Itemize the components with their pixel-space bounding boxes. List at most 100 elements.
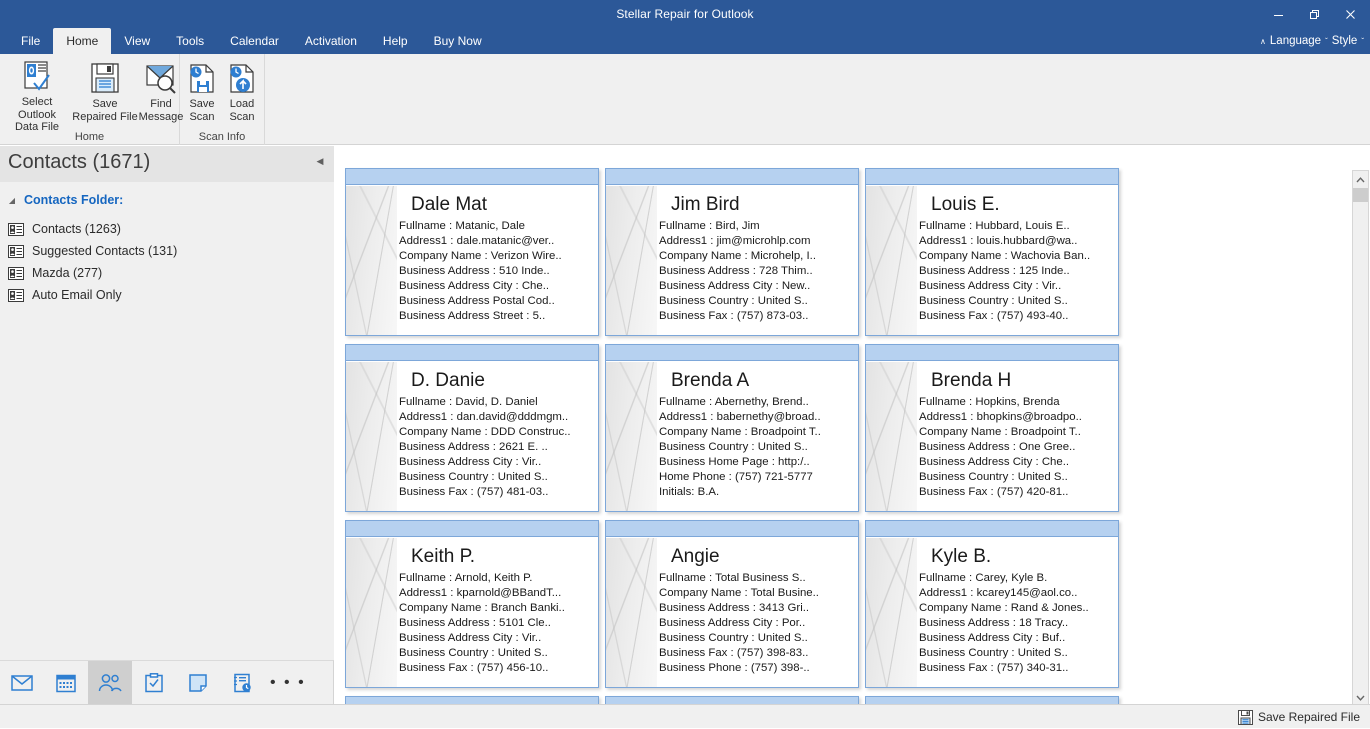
save-scan-button[interactable]: Save Scan [180, 58, 224, 130]
chevron-down-icon: ˇ [1325, 37, 1328, 46]
contact-name: Angie [659, 544, 852, 570]
contact-card[interactable]: Keith P. Fullname : Arnold, Keith P. Add… [345, 520, 599, 688]
note-icon [188, 673, 208, 693]
nav-mail-button[interactable] [0, 661, 44, 705]
contact-field: Business Address City : Buf.. [919, 631, 1112, 646]
contact-card[interactable]: Kyle B. Fullname : Carey, Kyle B. Addres… [865, 520, 1119, 688]
contact-field: Business Fax : (757) 340-31.. [919, 661, 1112, 676]
close-icon [1345, 9, 1356, 20]
contact-field: Business Country : United S.. [919, 470, 1112, 485]
select-outlook-data-file-label-1: Select Outlook [4, 96, 70, 121]
language-menu[interactable]: Language ˇ [1270, 35, 1328, 47]
minimize-icon [1273, 9, 1284, 20]
nav-journal-button[interactable] [220, 661, 264, 705]
contact-field: Business Address City : Che.. [919, 455, 1112, 470]
contact-card[interactable]: Jim Bird Fullname : Bird, Jim Address1 :… [605, 168, 859, 336]
load-scan-icon [227, 58, 257, 98]
contact-field: Business Address Postal Cod.. [399, 294, 592, 309]
contact-field: Company Name : Rand & Jones.. [919, 601, 1112, 616]
tab-tools[interactable]: Tools [163, 28, 217, 54]
chevron-up-icon [1356, 177, 1365, 183]
restore-button[interactable] [1296, 0, 1332, 28]
tab-view[interactable]: View [111, 28, 163, 54]
nav-more-button[interactable]: • • • [264, 674, 306, 692]
vertical-scrollbar[interactable] [1352, 170, 1369, 707]
contact-card-icon [8, 267, 24, 280]
contact-card[interactable] [865, 696, 1119, 704]
nav-notes-button[interactable] [176, 661, 220, 705]
restore-icon [1309, 9, 1320, 20]
minimize-button[interactable] [1260, 0, 1296, 28]
style-menu[interactable]: Style ˇ [1332, 35, 1364, 47]
contact-photo-placeholder [346, 186, 397, 336]
contact-field: Home Phone : (757) 721-5777 [659, 470, 852, 485]
card-header [606, 169, 858, 185]
contact-field: Business Address City : Vir.. [399, 455, 592, 470]
collapse-ribbon-icon[interactable]: ∧ [1260, 37, 1266, 46]
close-button[interactable] [1332, 0, 1368, 28]
sidebar-item-auto-email-only[interactable]: Auto Email Only [0, 284, 334, 306]
contact-field: Company Name : Wachovia Ban.. [919, 249, 1112, 264]
ribbon-group-scan-info: Save Scan Load Scan Scan Info [180, 54, 265, 145]
tab-help[interactable]: Help [370, 28, 421, 54]
nav-contacts-button[interactable] [88, 661, 132, 705]
select-outlook-data-file-button[interactable]: Select Outlook Data File [4, 58, 70, 130]
contact-name: Kyle B. [919, 544, 1112, 570]
contact-field: Business Address : 510 Inde.. [399, 264, 592, 279]
contact-field: Business Address City : Vir.. [399, 631, 592, 646]
contact-field: Business Address City : Vir.. [919, 279, 1112, 294]
find-message-label-2: Message [139, 111, 184, 124]
contact-card[interactable]: Brenda A Fullname : Abernethy, Brend.. A… [605, 344, 859, 512]
card-header [866, 169, 1118, 185]
contact-card[interactable] [345, 696, 599, 704]
contact-field: Address1 : dan.david@dddmgm.. [399, 410, 592, 425]
contact-field: Business Address City : New.. [659, 279, 852, 294]
ribbon-tabs: File Home View Tools Calendar Activation… [8, 28, 495, 54]
contact-name: Louis E. [919, 192, 1112, 218]
tab-home[interactable]: Home [53, 28, 111, 54]
contact-field: Address1 : babernethy@broad.. [659, 410, 852, 425]
contact-field: Fullname : Hopkins, Brenda [919, 395, 1112, 410]
sidebar-root-contacts-folder[interactable]: ◢ Contacts Folder: [0, 190, 334, 210]
contacts-card-view[interactable]: Dale Mat Fullname : Matanic, Dale Addres… [335, 146, 1370, 704]
contact-name: Jim Bird [659, 192, 852, 218]
scroll-up-button[interactable] [1353, 171, 1368, 188]
contact-card[interactable]: Louis E. Fullname : Hubbard, Louis E.. A… [865, 168, 1119, 336]
nav-calendar-button[interactable] [44, 661, 88, 705]
contact-field: Company Name : Branch Banki.. [399, 601, 592, 616]
sidebar-item-contacts[interactable]: Contacts (1263) [0, 218, 334, 240]
card-body: Brenda A Fullname : Abernethy, Brend.. A… [657, 362, 858, 511]
sidebar-item-mazda[interactable]: Mazda (277) [0, 262, 334, 284]
tab-calendar[interactable]: Calendar [217, 28, 292, 54]
tab-activation[interactable]: Activation [292, 28, 370, 54]
contact-field: Business Fax : (757) 420-81.. [919, 485, 1112, 500]
find-message-icon [143, 58, 179, 98]
chevron-down-icon[interactable]: ◢ [0, 196, 24, 205]
page-title: Contacts (1671) [8, 151, 150, 174]
contact-field: Address1 : louis.hubbard@wa.. [919, 234, 1112, 249]
scrollbar-thumb[interactable] [1353, 188, 1368, 202]
contact-field: Business Country : United S.. [919, 646, 1112, 661]
contact-field: Fullname : Bird, Jim [659, 219, 852, 234]
save-repaired-file-icon [87, 58, 123, 98]
load-scan-button[interactable]: Load Scan [220, 58, 264, 130]
tab-file[interactable]: File [8, 28, 53, 54]
collapse-pane-icon[interactable]: ◀ [314, 155, 326, 167]
contact-field: Company Name : Verizon Wire.. [399, 249, 592, 264]
contact-card[interactable]: Dale Mat Fullname : Matanic, Dale Addres… [345, 168, 599, 336]
journal-icon [232, 673, 252, 693]
contact-field: Business Country : United S.. [399, 646, 592, 661]
contact-card[interactable] [605, 696, 859, 704]
sidebar-item-suggested-contacts-label: Suggested Contacts (131) [32, 244, 177, 258]
contact-card[interactable]: Angie Fullname : Total Business S.. Comp… [605, 520, 859, 688]
contact-card[interactable]: Brenda H Fullname : Hopkins, Brenda Addr… [865, 344, 1119, 512]
sidebar-item-suggested-contacts[interactable]: Suggested Contacts (131) [0, 240, 334, 262]
contact-card[interactable]: D. Danie Fullname : David, D. Daniel Add… [345, 344, 599, 512]
contact-field: Fullname : Arnold, Keith P. [399, 571, 592, 586]
ribbon-right-controls: ∧ Language ˇ Style ˇ [1260, 28, 1364, 54]
tab-buy-now[interactable]: Buy Now [421, 28, 495, 54]
status-save-repaired-file-button[interactable]: Save Repaired File [1238, 705, 1360, 729]
save-repaired-file-label-1: Save [92, 98, 117, 111]
load-scan-label-1: Load [230, 98, 254, 111]
nav-tasks-button[interactable] [132, 661, 176, 705]
